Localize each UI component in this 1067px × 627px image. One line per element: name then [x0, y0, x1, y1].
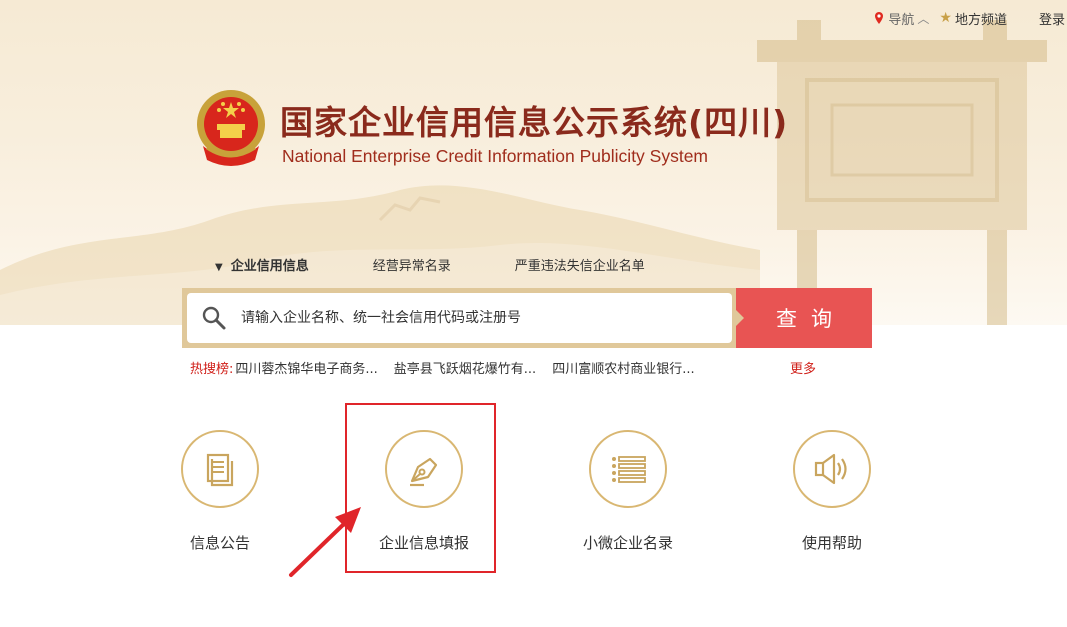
- func-icon-circle: [589, 430, 667, 508]
- hot-search-bar: 热搜榜: 四川蓉杰锦华电子商务... 盐亭县飞跃烟花爆竹有... 四川富顺农村商…: [190, 358, 816, 377]
- tab-enterprise-credit[interactable]: 企业信用信息: [215, 255, 309, 274]
- search-input[interactable]: [241, 310, 732, 326]
- site-title-en: National Enterprise Credit Information P…: [282, 146, 709, 166]
- search-button[interactable]: 查询: [736, 288, 872, 348]
- func-label: 信息公告: [189, 534, 250, 552]
- hot-search-item[interactable]: 四川富顺农村商业银行...: [552, 358, 694, 377]
- hot-search-item[interactable]: 四川蓉杰锦华电子商务...: [235, 358, 377, 377]
- bronze-ding-background: [757, 20, 1047, 325]
- nav-toggle[interactable]: 导航 ︿: [872, 9, 929, 28]
- site-title-cn: 国家企业信用信息公示系统(四川): [280, 103, 789, 142]
- region-channel-link[interactable]: ★ 地方频道: [939, 9, 1007, 28]
- func-micro-enterprise-list[interactable]: 小微企业名录: [548, 430, 708, 553]
- region-label: 地方频道: [954, 12, 1007, 28]
- hot-search-item[interactable]: 盐亭县飞跃烟花爆竹有...: [394, 358, 536, 377]
- star-icon: ★: [939, 10, 952, 26]
- func-icon-circle: [181, 430, 259, 508]
- document-icon: [206, 453, 234, 487]
- top-bar: 导航 ︿ ★ 地方频道 登录: [872, 0, 1067, 36]
- search-icon: [202, 306, 226, 330]
- search-tabs: 企业信用信息 经营异常名录 严重违法失信企业名单: [215, 255, 709, 274]
- tab-serious-violation[interactable]: 严重违法失信企业名单: [515, 255, 645, 274]
- func-icon-circle: [793, 430, 871, 508]
- speaker-icon: [814, 453, 847, 485]
- list-icon: [612, 456, 646, 483]
- func-info-announcement[interactable]: 信息公告: [140, 430, 300, 553]
- search-box: [182, 288, 737, 348]
- login-link[interactable]: 登录: [1039, 9, 1065, 28]
- tab-abnormal-operation[interactable]: 经营异常名录: [373, 255, 451, 274]
- location-pin-icon: [875, 12, 884, 24]
- func-label: 小微企业名录: [582, 534, 673, 552]
- chevron-up-icon: ︿: [917, 11, 930, 26]
- func-label: 使用帮助: [801, 534, 862, 552]
- highlight-box: [345, 403, 496, 573]
- national-emblem-logo: [197, 90, 265, 166]
- search-inner: [187, 293, 732, 343]
- more-link[interactable]: 更多: [790, 358, 816, 377]
- func-help[interactable]: 使用帮助: [752, 430, 912, 553]
- hot-search-label: 热搜榜:: [190, 362, 234, 377]
- annotation-arrow: [289, 507, 361, 577]
- nav-label: 导航: [888, 12, 915, 28]
